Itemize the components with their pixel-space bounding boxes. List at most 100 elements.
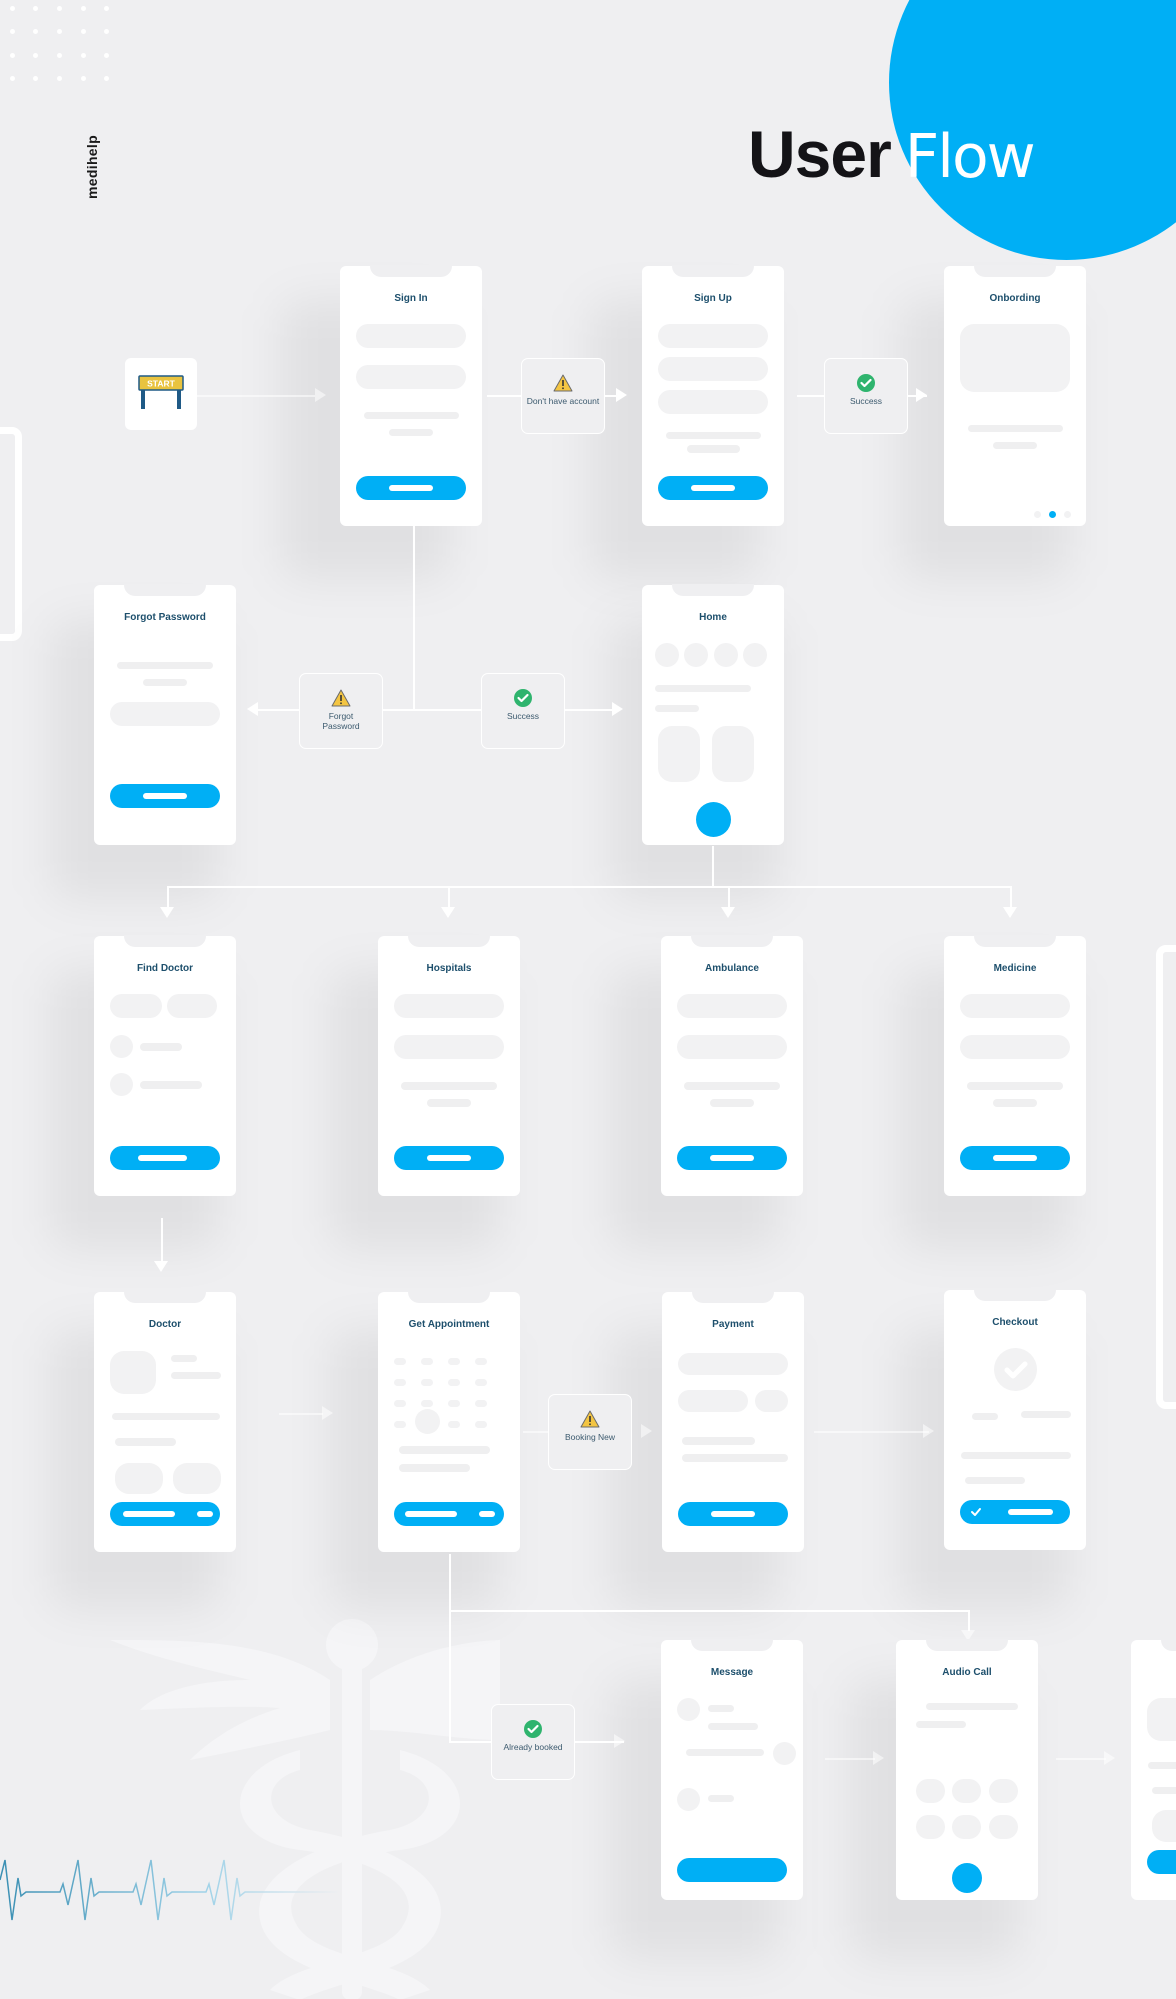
screen-home[interactable]: Home (642, 584, 784, 845)
text-placeholder (967, 1082, 1063, 1090)
calendar-day[interactable] (475, 1358, 487, 1365)
text-placeholder (399, 1446, 490, 1454)
decision-signin-success[interactable]: Success (481, 673, 565, 749)
text-placeholder (708, 1705, 734, 1712)
screen-message[interactable]: Message (661, 1639, 803, 1900)
calendar-day[interactable] (421, 1379, 433, 1386)
calendar-day[interactable] (394, 1400, 406, 1407)
screen-onboarding[interactable]: Onbording (944, 265, 1086, 526)
check-circle-icon (857, 374, 875, 392)
pager-dot-active[interactable] (1049, 511, 1056, 518)
selected-date-placeholder[interactable] (415, 1409, 440, 1434)
chip-placeholder (110, 994, 162, 1018)
arrow-head-icon (916, 388, 927, 402)
decision-booking-new[interactable]: Booking New (548, 1394, 632, 1470)
screen-audio-call[interactable]: Audio Call (896, 1639, 1038, 1900)
screen-find-doctor[interactable]: Find Doctor (94, 935, 236, 1196)
calendar-day[interactable] (448, 1379, 460, 1386)
text-placeholder (684, 1082, 780, 1090)
screen-title: Medicine (993, 963, 1037, 974)
calendar-day[interactable] (421, 1400, 433, 1407)
call-button[interactable] (952, 1863, 982, 1893)
input-placeholder (356, 365, 466, 389)
text-placeholder (427, 1099, 471, 1107)
text-placeholder (112, 1413, 220, 1420)
send-button[interactable] (677, 1858, 787, 1882)
keypad-key[interactable] (952, 1815, 981, 1839)
text-placeholder (655, 685, 751, 692)
primary-button[interactable] (677, 1146, 787, 1170)
screen-checkout[interactable]: Checkout (944, 1289, 1086, 1550)
decision-dont-have-account[interactable]: Don't have account (521, 358, 605, 434)
calendar-day[interactable] (394, 1358, 406, 1365)
connector-finddoctor-doctor (161, 1218, 163, 1262)
calendar-day[interactable] (475, 1400, 487, 1407)
screen-doctor[interactable]: Doctor (94, 1291, 236, 1552)
calendar-day[interactable] (394, 1421, 406, 1428)
primary-button[interactable] (960, 1146, 1070, 1170)
primary-button[interactable] (394, 1146, 504, 1170)
decision-forgot-password[interactable]: Forgot Password (299, 673, 383, 749)
screen-hospitals[interactable]: Hospitals (378, 935, 520, 1196)
primary-button[interactable] (678, 1502, 788, 1526)
connector-to-audiocall (449, 1610, 969, 1612)
calendar-day[interactable] (421, 1358, 433, 1365)
calendar-day[interactable] (475, 1379, 487, 1386)
caduceus-watermark-icon (110, 1619, 500, 1999)
calendar-day[interactable] (394, 1379, 406, 1386)
screen-get-appointment[interactable]: Get Appointment (378, 1291, 520, 1552)
check-icon (971, 1508, 981, 1516)
primary-button[interactable] (110, 1502, 220, 1526)
screen-forgot-password[interactable]: Forgot Password (94, 584, 236, 845)
primary-button[interactable] (1147, 1850, 1176, 1874)
primary-button[interactable] (658, 476, 768, 500)
input-placeholder (658, 324, 768, 348)
primary-button[interactable] (356, 476, 466, 500)
decision-label: Booking New (564, 1432, 616, 1442)
primary-button[interactable] (394, 1502, 504, 1526)
decision-already-booked[interactable]: Already booked (491, 1704, 575, 1780)
arrow-head-icon (322, 1406, 333, 1420)
text-placeholder (993, 442, 1037, 449)
text-placeholder (364, 412, 459, 419)
keypad-key[interactable] (989, 1779, 1018, 1803)
fab-button[interactable] (696, 802, 731, 837)
keypad-key[interactable] (952, 1779, 981, 1803)
primary-button[interactable] (110, 1146, 220, 1170)
decision-label: Success (506, 711, 540, 721)
calendar-day[interactable] (448, 1358, 460, 1365)
calendar-day[interactable] (475, 1421, 487, 1428)
calendar-day[interactable] (448, 1400, 460, 1407)
avatar-placeholder (677, 1788, 700, 1811)
start-node[interactable]: START (125, 358, 197, 430)
keypad-key[interactable] (916, 1779, 945, 1803)
check-icon (1004, 1361, 1028, 1379)
calendar-day[interactable] (448, 1421, 460, 1428)
decision-signup-success[interactable]: Success (824, 358, 908, 434)
keypad-key[interactable] (989, 1815, 1018, 1839)
confirm-button[interactable] (960, 1500, 1070, 1524)
warning-icon (331, 689, 351, 707)
keypad-key[interactable] (916, 1815, 945, 1839)
screen-partial-offscreen[interactable] (1131, 1639, 1176, 1900)
screen-ambulance[interactable]: Ambulance (661, 935, 803, 1196)
connector-payment-checkout (814, 1431, 929, 1433)
text-placeholder (968, 425, 1063, 432)
text-placeholder (708, 1795, 734, 1802)
screen-payment[interactable]: Payment (662, 1291, 804, 1552)
arrow-head-icon (873, 1751, 884, 1765)
input-placeholder (960, 1035, 1070, 1059)
screen-medicine[interactable]: Medicine (944, 935, 1086, 1196)
input-placeholder (394, 1035, 504, 1059)
screen-title: Payment (712, 1319, 754, 1330)
avatar-placeholder (110, 1035, 133, 1058)
screen-sign-up[interactable]: Sign Up (642, 265, 784, 526)
connector-start-signin (197, 395, 315, 397)
text-placeholder (1152, 1787, 1176, 1794)
arrow-head-icon (721, 907, 735, 918)
pager-dot[interactable] (1064, 511, 1071, 518)
pager-dot[interactable] (1034, 511, 1041, 518)
category-placeholder (714, 643, 738, 667)
screen-sign-in[interactable]: Sign In (340, 265, 482, 526)
primary-button[interactable] (110, 784, 220, 808)
